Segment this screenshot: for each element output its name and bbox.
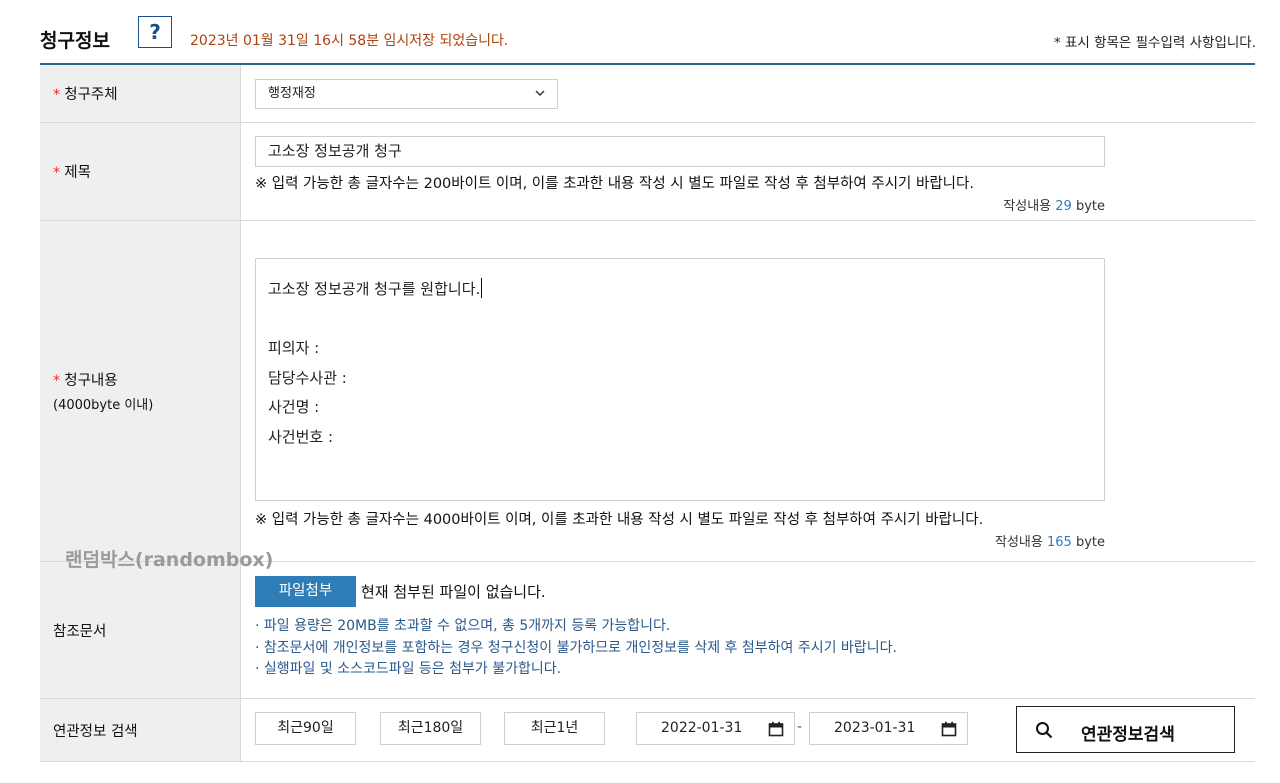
date-to-input[interactable]: 2023-01-31 (809, 712, 968, 745)
date-separator: - (797, 719, 803, 735)
calendar-icon[interactable] (941, 721, 957, 737)
content-textarea[interactable]: 고소장 정보공개 청구를 원합니다. 피의자 : 담당수사관 : 사건명 : 사… (255, 258, 1105, 501)
content-hint: ※ 입력 가능한 총 글자수는 4000바이트 이며, 이를 초과한 내용 작성… (255, 512, 984, 528)
subject-selected-value: 행정재정 (268, 86, 316, 101)
title-input[interactable]: 고소장 정보공개 청구 (255, 136, 1105, 167)
bytes-prefix: 작성내용 (1003, 199, 1052, 214)
label-related-search: 연관정보 검색 (40, 699, 241, 761)
note-item: · 실행파일 및 소스코드파일 등은 첨부가 불가합니다. (255, 661, 562, 677)
content-line: 담당수사관 : (268, 368, 347, 387)
required-star: * (53, 165, 61, 181)
title-cell: 고소장 정보공개 청구 ※ 입력 가능한 총 글자수는 200바이트 이며, 이… (241, 123, 1255, 220)
reference-notes: · 파일 용량은 20MB를 초과할 수 없으며, 총 5개까지 등록 가능합니… (255, 616, 897, 681)
label-reference-text: 참조문서 (53, 623, 107, 640)
text-caret (481, 278, 483, 298)
subject-cell: 행정재정 (241, 65, 1255, 122)
row-related-search: 연관정보 검색 최근90일 최근180일 최근1년 2022-01-31 - 2… (40, 699, 1255, 762)
content-line: 고소장 정보공개 청구를 원합니다. (268, 280, 481, 298)
label-reference: 참조문서 (40, 562, 241, 698)
content-line: 사건번호 : (268, 427, 334, 446)
note-item: · 참조문서에 개인정보를 포함하는 경우 청구신청이 불가하므로 개인정보를 … (255, 639, 897, 656)
label-content: * 청구내용 (4000byte 이내) (40, 221, 241, 561)
range-90days-button[interactable]: 최근90일 (255, 712, 356, 745)
date-to-value: 2023-01-31 (834, 720, 916, 736)
row-title: * 제목 고소장 정보공개 청구 ※ 입력 가능한 총 글자수는 200바이트 이… (40, 123, 1255, 221)
row-content: * 청구내용 (4000byte 이내) 고소장 정보공개 청구를 원합니다. 피… (40, 221, 1255, 562)
help-button[interactable]: ? (138, 16, 172, 48)
label-content-sub: (4000byte 이내) (53, 398, 154, 413)
page-title: 청구정보 (40, 30, 110, 52)
label-title: * 제목 (40, 123, 241, 220)
form-header: 청구정보 ? 2023년 01월 31일 16시 58분 임시저장 되었습니다.… (40, 12, 1256, 58)
note-item: · 파일 용량은 20MB를 초과할 수 없으며, 총 5개까지 등록 가능합니… (255, 618, 671, 634)
bytes-prefix: 작성내용 (995, 535, 1043, 550)
title-byte-count: 작성내용 29 byte (1003, 195, 1105, 214)
content-line: 사건명 : (268, 398, 320, 416)
attach-file-button[interactable]: 파일첨부 (255, 576, 356, 607)
bytes-unit: byte (1075, 535, 1105, 550)
label-subject: * 청구주체 (40, 65, 241, 122)
content-byte-count: 작성내용 165 byte (995, 531, 1105, 550)
date-from-input[interactable]: 2022-01-31 (636, 712, 795, 745)
date-from-value: 2022-01-31 (661, 720, 743, 736)
related-search-button[interactable]: 연관정보검색 (1016, 706, 1235, 753)
chevron-down-icon (535, 90, 545, 97)
required-note: * 표시 항목은 필수입력 사항입니다. (1053, 35, 1256, 51)
watermark-text: 랜덤박스(randombox) (65, 549, 274, 571)
magnifier-icon (1036, 722, 1053, 739)
range-180days-button[interactable]: 최근180일 (380, 712, 481, 745)
claim-info-form: * 청구주체 행정재정 * 제목 고소장 정보공개 청구 ※ 입력 가능한 총 글자… (40, 63, 1255, 762)
bytes-value: 29 (1055, 199, 1072, 214)
label-related-search-text: 연관정보 검색 (53, 723, 138, 740)
reference-cell: 파일첨부 현재 첨부된 파일이 없습니다. · 파일 용량은 20MB를 초과할… (241, 562, 1255, 698)
bytes-value: 165 (1046, 535, 1072, 550)
label-title-text: 제목 (64, 165, 91, 181)
content-line: 피의자 : (268, 339, 320, 357)
content-cell: 고소장 정보공개 청구를 원합니다. 피의자 : 담당수사관 : 사건명 : 사… (241, 221, 1255, 561)
range-1year-button[interactable]: 최근1년 (504, 712, 605, 745)
calendar-icon[interactable] (768, 721, 784, 737)
required-star: * (53, 87, 61, 103)
related-search-label: 연관정보검색 (1081, 725, 1175, 745)
no-file-text: 현재 첨부된 파일이 없습니다. (361, 583, 546, 601)
label-content-text: 청구내용 (64, 373, 118, 389)
label-subject-text: 청구주체 (64, 87, 118, 103)
temp-save-message: 2023년 01월 31일 16시 58분 임시저장 되었습니다. (190, 33, 509, 49)
row-subject: * 청구주체 행정재정 (40, 65, 1255, 123)
required-star: * (53, 373, 61, 389)
bytes-unit: byte (1075, 199, 1105, 214)
content-line-empty (268, 305, 1092, 335)
subject-select[interactable]: 행정재정 (255, 79, 558, 109)
row-reference: 참조문서 파일첨부 현재 첨부된 파일이 없습니다. · 파일 용량은 20MB… (40, 562, 1255, 699)
title-hint: ※ 입력 가능한 총 글자수는 200바이트 이며, 이를 초과한 내용 작성 … (255, 176, 974, 192)
related-search-cell: 최근90일 최근180일 최근1년 2022-01-31 - 2023-01-3… (241, 699, 1255, 761)
